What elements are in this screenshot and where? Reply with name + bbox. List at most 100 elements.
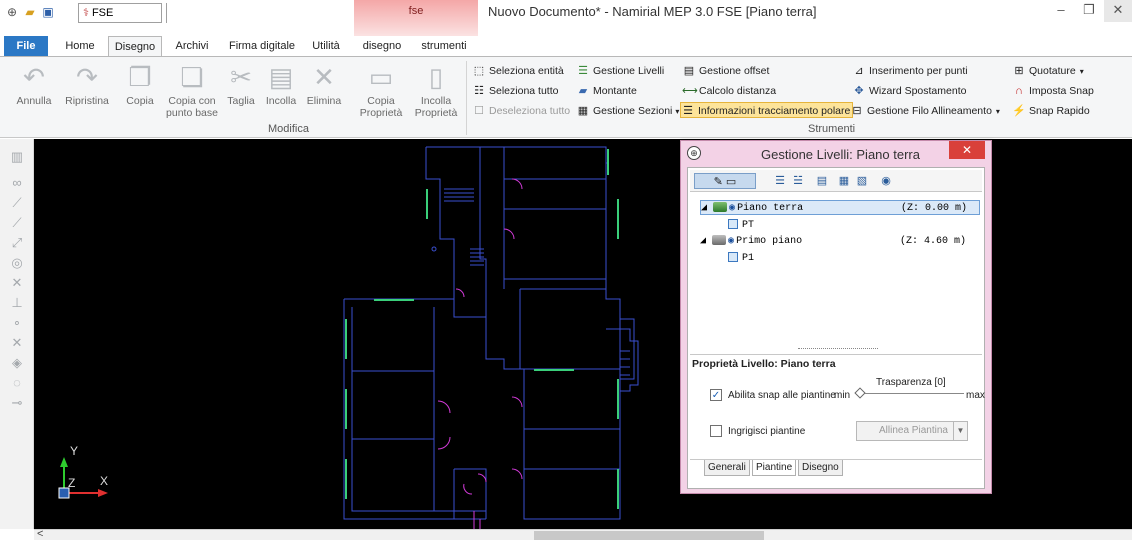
fse-icon: ⚕ [83, 7, 89, 19]
remove-plan-icon[interactable]: ▧ [854, 173, 870, 189]
snap-checkbox[interactable]: ✓ [710, 389, 722, 401]
perpendicular-tool-icon[interactable]: ⊥ [9, 295, 25, 311]
edit-mode-toggle[interactable]: ✎ ▭ [694, 173, 756, 189]
transparency-slider-thumb[interactable] [854, 387, 866, 399]
polar-tracking-info-button[interactable]: ☰ Informazioni tracciamento polare [680, 102, 854, 118]
tab-disegno-props[interactable]: Disegno [798, 460, 843, 476]
level-management-button[interactable]: ☰ Gestione Livelli [576, 63, 664, 79]
segment-tool-icon[interactable]: ⤢ [9, 235, 25, 251]
tab-context-strumenti[interactable]: strumenti [412, 36, 476, 56]
properties-tabs: Generali Piantine Disegno [690, 459, 982, 477]
tab-file[interactable]: File [4, 36, 48, 56]
point-tool-icon[interactable]: ∘ [9, 315, 25, 331]
door-arc [473, 511, 481, 529]
tree-plan-row[interactable]: P1 [728, 251, 754, 266]
select-all-button[interactable]: ☷ Seleziona tutto [472, 83, 558, 99]
set-snap-button[interactable]: ∩ Imposta Snap [1012, 83, 1094, 99]
cross-tool-icon[interactable]: ✕ [9, 335, 25, 351]
tab-firma-digitale[interactable]: Firma digitale [224, 36, 300, 56]
tab-context-disegno[interactable]: disegno [356, 36, 408, 56]
left-toolbar: ▥ ∞ ⟋ ⟋ ⤢ ◎ ✕ ⊥ ∘ ✕ ◈ ◌ ⊸ [0, 139, 34, 529]
horizontal-scrollbar[interactable]: < [34, 528, 1132, 540]
add-level-icon[interactable]: ☰ [772, 173, 788, 189]
transparency-slider-track[interactable] [856, 393, 964, 394]
select-entity-button[interactable]: ⬚ Seleziona entità [472, 63, 564, 79]
tree-level-row[interactable]: ◢ ◉ Primo piano (Z: 4.60 m) [700, 234, 980, 249]
cut-button[interactable]: ✂ Taglia [224, 61, 258, 123]
intersection-tool-icon[interactable]: ✕ [9, 275, 25, 291]
ribbon: ↶ Annulla ↷ Ripristina ❐ Copia ❏ Copia c… [0, 56, 1132, 138]
delete-button[interactable]: ✕ Elimina [304, 61, 344, 123]
riser-button[interactable]: ▰ Montante [576, 83, 637, 99]
copy-properties-button[interactable]: ▭ Copia Proprietà [356, 61, 406, 123]
eye-icon[interactable]: ◉ [878, 173, 894, 189]
tab-archivi[interactable]: Archivi [168, 36, 216, 56]
offset-management-button[interactable]: ▤ Gestione offset [682, 63, 770, 79]
tab-utilita[interactable]: Utilità [304, 36, 348, 56]
line-tool-icon[interactable]: ⟋ [9, 195, 25, 211]
tab-piantine[interactable]: Piantine [752, 460, 797, 476]
scroll-left-arrow[interactable]: < [37, 528, 43, 540]
chevron-down-icon: ▾ [1079, 67, 1084, 76]
context-tab-title: fse [408, 5, 424, 17]
tree-level-row[interactable]: ◢ ◉ Piano terra (Z: 0.00 m) [700, 200, 980, 215]
save-icon[interactable]: ▣ [40, 4, 56, 20]
tab-disegno[interactable]: Disegno [108, 36, 162, 56]
copy-base-point-button[interactable]: ❏ Copia con punto base [164, 61, 220, 123]
properties-title: Proprietà Livello: Piano terra [692, 358, 836, 370]
transparency-label: Trasparenza [0] [876, 377, 946, 388]
add-level-above-icon[interactable]: ☱ [790, 173, 806, 189]
redo-button[interactable]: ↷ Ripristina [62, 61, 112, 123]
group-label-modifica: Modifica [268, 123, 309, 135]
polar-tracking-icon: ☰ [683, 105, 693, 117]
title-bar: ⊕ ▰ ▣ ⚕ FSE fse Nuovo Documento* - Namiri… [0, 0, 1132, 36]
context-tab-group: fse [354, 0, 478, 36]
deselect-all-button[interactable]: ☐ Deseleziona tutto [472, 103, 570, 119]
dialog-close-button[interactable]: ✕ [949, 141, 985, 159]
alignment-icon: ⊟ [852, 105, 862, 117]
quick-snap-button[interactable]: ⚡ Snap Rapido [1012, 103, 1090, 119]
scroll-thumb[interactable] [534, 531, 764, 540]
gray-out-checkbox[interactable] [710, 425, 722, 437]
paste-button[interactable]: ▤ Incolla [262, 61, 300, 123]
add-plan-icon[interactable]: ▦ [836, 173, 852, 189]
circle-tool-icon[interactable]: ◎ [9, 255, 25, 271]
dimensions-button[interactable]: ⊞ Quotature ▾ [1012, 63, 1084, 79]
align-plan-dropdown[interactable]: Allinea Piantina ▼ [856, 421, 968, 441]
extension-tool-icon[interactable]: ⊸ [9, 395, 25, 411]
link-tool-icon[interactable]: ∞ [9, 175, 25, 191]
tab-generali[interactable]: Generali [704, 460, 750, 476]
tree-plan-row[interactable]: PT [728, 218, 754, 233]
section-management-button[interactable]: ▦ Gestione Sezioni ▾ [576, 103, 680, 119]
move-wizard-button[interactable]: ✥ Wizard Spostamento [852, 83, 966, 99]
close-button[interactable]: ✕ [1104, 0, 1132, 22]
stair-line [620, 350, 630, 376]
offset-icon: ▤ [683, 65, 695, 77]
dialog-title-bar[interactable]: ⊕ Gestione Livelli: Piano terra ✕ [681, 141, 991, 167]
node-tool-icon[interactable]: ◈ [9, 355, 25, 371]
undo-button[interactable]: ↶ Annulla [14, 61, 54, 123]
panel-splitter[interactable] [798, 348, 878, 352]
wall-tool-icon[interactable]: ▥ [9, 149, 25, 165]
paste-properties-button[interactable]: ▯ Incolla Proprietà [410, 61, 462, 123]
minimize-button[interactable]: – [1048, 0, 1074, 22]
expand-icon: ◢ [701, 203, 714, 214]
copy-base-point-icon: ❏ [180, 62, 204, 92]
tab-home[interactable]: Home [56, 36, 104, 56]
alignment-line-button[interactable]: ⊟ Gestione Filo Allineamento ▾ [850, 103, 1000, 119]
copy-button[interactable]: ❐ Copia [122, 61, 158, 123]
distance-calc-button[interactable]: ⟷Calcolo distanza [682, 83, 776, 99]
polyline-tool-icon[interactable]: ⟋ [9, 215, 25, 231]
ribbon-tabs: File Home Disegno Archivi Firma digitale… [0, 36, 1132, 56]
insert-points-button[interactable]: ⊿ Inserimento per punti [852, 63, 967, 79]
center-tool-icon[interactable]: ◌ [9, 375, 25, 391]
app-menu-icon[interactable]: ⊕ [4, 4, 20, 20]
quick-snap-icon: ⚡ [1012, 105, 1026, 117]
wall-line [620, 318, 635, 380]
restore-button[interactable]: ❐ [1076, 0, 1102, 22]
window-title: Nuovo Documento* - Namirial MEP 3.0 FSE … [488, 4, 817, 19]
document-combo[interactable]: ⚕ FSE [78, 3, 162, 23]
open-folder-icon[interactable]: ▰ [22, 4, 38, 20]
document-combo-secondary[interactable] [166, 3, 262, 23]
level-properties-icon[interactable]: ▤ [814, 173, 830, 189]
